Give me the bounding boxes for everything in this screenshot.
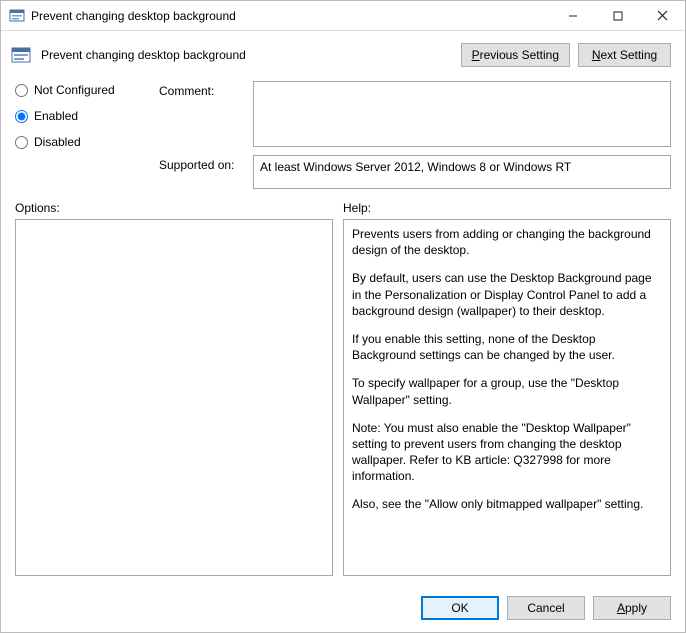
radio-not-configured[interactable]: Not Configured xyxy=(15,83,155,97)
help-para: Also, see the "Allow only bitmapped wall… xyxy=(352,496,662,512)
dialog-window: Prevent changing desktop background Prev… xyxy=(0,0,686,633)
prev-label-rest: revious Setting xyxy=(480,48,559,62)
radio-not-configured-label: Not Configured xyxy=(34,83,115,97)
radio-disabled-input[interactable] xyxy=(15,136,28,149)
ok-label: OK xyxy=(451,601,468,615)
help-para: If you enable this setting, none of the … xyxy=(352,331,662,363)
radio-disabled-label: Disabled xyxy=(34,135,81,149)
minimize-button[interactable] xyxy=(550,1,595,30)
apply-mnemonic: A xyxy=(617,601,625,615)
window-buttons xyxy=(550,1,685,30)
state-radios: Not Configured Enabled Disabled xyxy=(15,81,155,189)
previous-setting-button[interactable]: Previous Setting xyxy=(461,43,570,67)
comment-label: Comment: xyxy=(159,81,247,98)
header: Prevent changing desktop background Prev… xyxy=(1,31,685,75)
comment-row: Comment: xyxy=(159,81,671,147)
window-title: Prevent changing desktop background xyxy=(31,9,550,23)
prev-mnemonic: P xyxy=(472,48,480,62)
config-area: Not Configured Enabled Disabled Comment:… xyxy=(1,75,685,189)
help-para: Note: You must also enable the "Desktop … xyxy=(352,420,662,485)
comment-textarea[interactable] xyxy=(253,81,671,147)
policy-icon-large xyxy=(11,45,31,65)
radio-enabled-label: Enabled xyxy=(34,109,78,123)
meta-fields: Comment: Supported on: At least Windows … xyxy=(159,81,671,189)
supported-label: Supported on: xyxy=(159,155,247,172)
options-label: Options: xyxy=(15,201,343,215)
policy-icon xyxy=(9,8,25,24)
radio-disabled[interactable]: Disabled xyxy=(15,135,155,149)
cancel-label: Cancel xyxy=(527,601,564,615)
options-pane xyxy=(15,219,333,576)
help-para: By default, users can use the Desktop Ba… xyxy=(352,270,662,319)
body-panes: Prevents users from adding or changing t… xyxy=(1,219,685,586)
titlebar: Prevent changing desktop background xyxy=(1,1,685,31)
radio-enabled-input[interactable] xyxy=(15,110,28,123)
cancel-button[interactable]: Cancel xyxy=(507,596,585,620)
policy-title: Prevent changing desktop background xyxy=(39,48,453,62)
ok-button[interactable]: OK xyxy=(421,596,499,620)
next-label-rest: ext Setting xyxy=(600,48,657,62)
help-para: To specify wallpaper for a group, use th… xyxy=(352,375,662,407)
supported-on-text: At least Windows Server 2012, Windows 8 … xyxy=(260,160,571,174)
close-button[interactable] xyxy=(640,1,685,30)
footer: OK Cancel Apply xyxy=(1,586,685,632)
section-labels: Options: Help: xyxy=(1,189,685,219)
apply-label-rest: pply xyxy=(625,601,647,615)
supported-on-box: At least Windows Server 2012, Windows 8 … xyxy=(253,155,671,189)
help-pane[interactable]: Prevents users from adding or changing t… xyxy=(343,219,671,576)
radio-not-configured-input[interactable] xyxy=(15,84,28,97)
next-mnemonic: N xyxy=(592,48,601,62)
help-para: Prevents users from adding or changing t… xyxy=(352,226,662,258)
next-setting-button[interactable]: Next Setting xyxy=(578,43,671,67)
maximize-button[interactable] xyxy=(595,1,640,30)
help-label: Help: xyxy=(343,201,671,215)
radio-enabled[interactable]: Enabled xyxy=(15,109,155,123)
apply-button[interactable]: Apply xyxy=(593,596,671,620)
supported-row: Supported on: At least Windows Server 20… xyxy=(159,155,671,189)
